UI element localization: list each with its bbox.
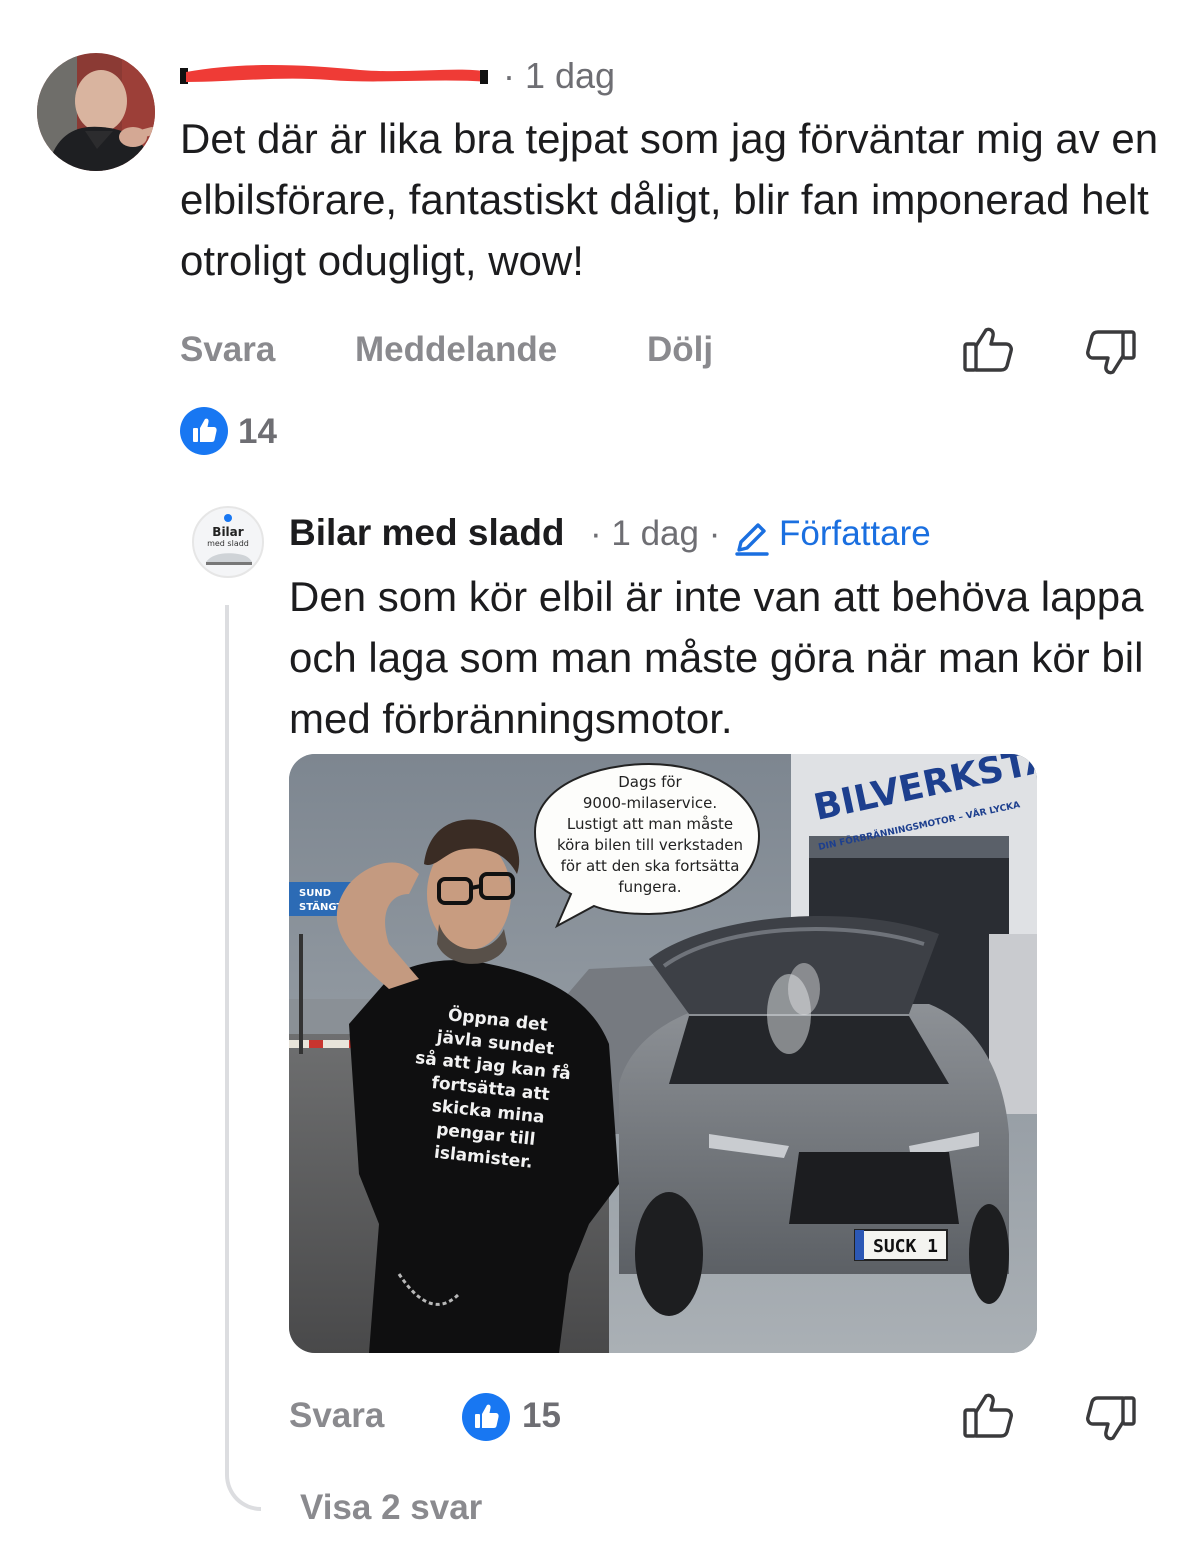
author-badge: Författare — [779, 514, 931, 553]
like-badge-icon — [462, 1393, 510, 1441]
thumbs-down-icon[interactable] — [1083, 326, 1139, 382]
shirt-text: Öppna det jävla sundet så att jag kan få… — [414, 1005, 572, 1173]
road-sign-line1: SUND — [299, 888, 331, 899]
thumbs-down-icon[interactable] — [1083, 1392, 1139, 1448]
thread-line — [225, 605, 261, 1511]
pencil-icon — [731, 518, 771, 558]
road-sign-line2: STÄNGT — [299, 899, 343, 913]
thumbs-up-icon[interactable] — [960, 1388, 1016, 1444]
thumbs-up-icon[interactable] — [960, 322, 1016, 378]
reply-like-count: 15 — [522, 1396, 561, 1435]
comment-time: · 1 dag — [503, 55, 616, 96]
page-avatar[interactable]: Bilar med sladd — [192, 506, 264, 578]
reply-text: Den som kör elbil är inte van att behöva… — [289, 573, 1144, 742]
comment-text: Det där är lika bra tejpat som jag förvä… — [180, 115, 1159, 284]
like-badge-icon — [180, 407, 228, 455]
reply-reply-button[interactable]: Svara — [289, 1396, 384, 1436]
speech-bubble-text: Dags för 9000-milaservice. Lustigt att m… — [556, 773, 744, 896]
license-plate: SUCK 1 — [873, 1236, 938, 1257]
comment-like-count: 14 — [238, 412, 277, 451]
reply-button[interactable]: Svara — [180, 330, 275, 370]
avatar-text-line1: Bilar — [212, 525, 243, 539]
show-replies-button[interactable]: Visa 2 svar — [300, 1488, 482, 1528]
message-button[interactable]: Meddelande — [355, 330, 557, 370]
commenter-avatar[interactable] — [37, 53, 155, 171]
reply-image[interactable]: SUND STÄNGT BILVERKSTAD DIN FÖRBRÄNNINGS… — [289, 754, 1037, 1353]
avatar-text-line2: med sladd — [207, 539, 249, 548]
hide-button[interactable]: Dölj — [647, 330, 713, 370]
reply-time: · 1 dag · — [590, 514, 721, 553]
redacted-username — [180, 60, 492, 84]
reply-author-name[interactable]: Bilar med sladd — [289, 512, 565, 554]
